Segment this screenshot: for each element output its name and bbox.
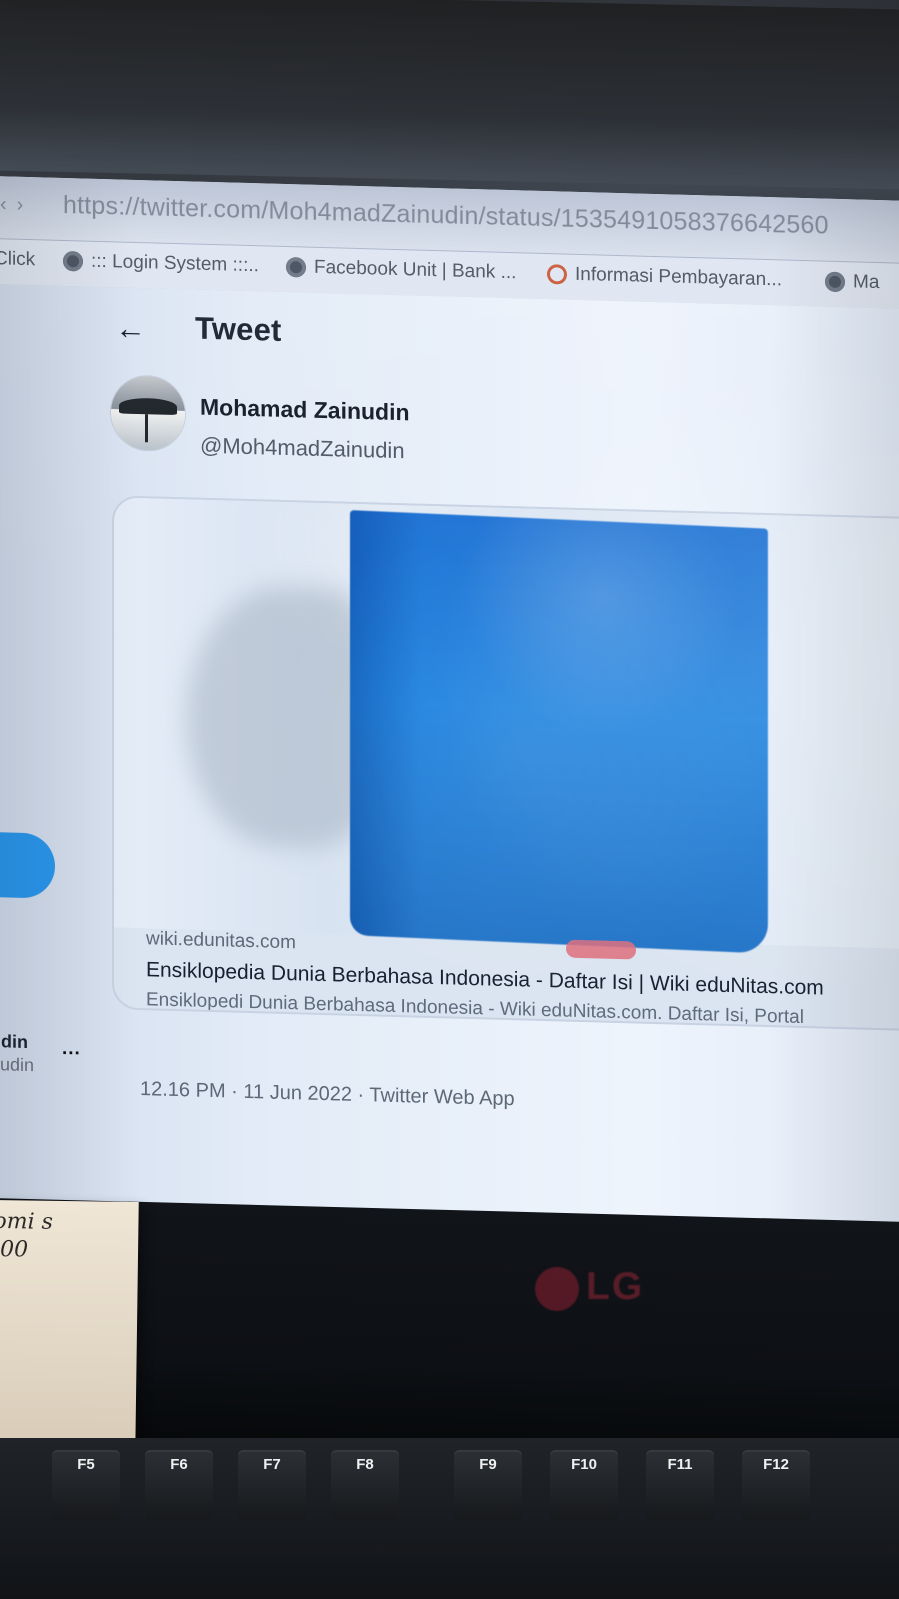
sticky-note-line-1: omi s bbox=[0, 1208, 54, 1235]
blurred-hand-shape bbox=[186, 584, 376, 850]
sticky-note-text: omi s .00 bbox=[0, 1208, 53, 1265]
tweet-button-fragment[interactable] bbox=[0, 831, 55, 899]
bookmark-click[interactable]: Click bbox=[0, 248, 35, 271]
bookmark-label-click: Click bbox=[0, 248, 36, 271]
monitor-top-bezel bbox=[0, 0, 899, 190]
browser-nav-arrows-icon[interactable]: ‹› bbox=[0, 193, 33, 217]
tweet-author-handle[interactable]: @Moh4madZainudin bbox=[200, 433, 405, 465]
bookmark-label-facebook-unit: Facebook Unit | Bank ... bbox=[314, 256, 517, 284]
key-f12[interactable]: F12 bbox=[742, 1450, 810, 1520]
keyboard-function-row: F5 F6 F7 F8 F9 F10 F11 F12 bbox=[0, 1438, 899, 1599]
bookmark-label-informasi-pembayaran: Informasi Pembayaran... bbox=[575, 263, 782, 291]
sticky-note: omi s .00 bbox=[0, 1200, 139, 1454]
lg-logo: LG bbox=[535, 1265, 644, 1311]
blue-book-image bbox=[350, 510, 768, 954]
bookmark-label-login-system: ::: Login System :::.. bbox=[91, 250, 259, 277]
key-f9[interactable]: F9 bbox=[454, 1450, 522, 1520]
tweet-timestamp: 12.16 PM · 11 Jun 2022 · Twitter Web App bbox=[140, 1078, 515, 1111]
page-title: Tweet bbox=[195, 310, 282, 348]
key-f6[interactable]: F6 bbox=[145, 1450, 213, 1520]
key-f8[interactable]: F8 bbox=[331, 1450, 399, 1520]
left-sidebar-user-fragment[interactable]: udin nudin bbox=[0, 1030, 34, 1077]
key-f10[interactable]: F10 bbox=[550, 1450, 618, 1520]
link-preview-card[interactable]: wiki.edunitas.com Ensiklopedia Dunia Ber… bbox=[112, 495, 899, 1032]
left-user-handle-fragment: nudin bbox=[0, 1054, 35, 1076]
refresh-icon bbox=[547, 264, 567, 285]
bookmark-label-ma: Ma bbox=[853, 271, 880, 294]
bookmark-login-system[interactable]: ::: Login System :::.. bbox=[63, 250, 259, 277]
globe-icon bbox=[63, 250, 83, 272]
arrow-left-icon[interactable]: ← bbox=[115, 310, 146, 347]
link-preview-image bbox=[114, 497, 899, 960]
monitor-screen: ‹› https://twitter.com/Moh4madZainudin/s… bbox=[0, 176, 899, 1257]
tweet-author-name[interactable]: Mohamad Zainudin bbox=[200, 394, 410, 427]
bookmark-facebook-unit[interactable]: Facebook Unit | Bank ... bbox=[286, 256, 516, 284]
browser-url-text[interactable]: https://twitter.com/Moh4madZainudin/stat… bbox=[63, 191, 829, 241]
facebook-icon bbox=[825, 271, 845, 293]
key-f5[interactable]: F5 bbox=[52, 1450, 120, 1520]
photo-of-monitor-scene: ‹› https://twitter.com/Moh4madZainudin/s… bbox=[0, 0, 899, 1599]
more-options-icon[interactable]: ... bbox=[62, 1038, 81, 1061]
avatar[interactable] bbox=[111, 375, 185, 452]
left-user-name-fragment: udin bbox=[0, 1031, 28, 1053]
twitter-content-area: udin nudin ... ← Tweet Mohamad Zainudin … bbox=[0, 284, 899, 1257]
facebook-icon bbox=[286, 257, 306, 278]
lg-logo-circle-icon bbox=[535, 1266, 579, 1311]
key-f11[interactable]: F11 bbox=[646, 1450, 714, 1520]
sticky-note-line-2: .00 bbox=[0, 1236, 29, 1263]
bookmark-informasi-pembayaran[interactable]: Informasi Pembayaran... bbox=[547, 263, 782, 291]
bookmark-ma[interactable]: Ma bbox=[825, 271, 879, 294]
key-f7[interactable]: F7 bbox=[238, 1450, 306, 1520]
lg-logo-text: LG bbox=[586, 1265, 645, 1308]
